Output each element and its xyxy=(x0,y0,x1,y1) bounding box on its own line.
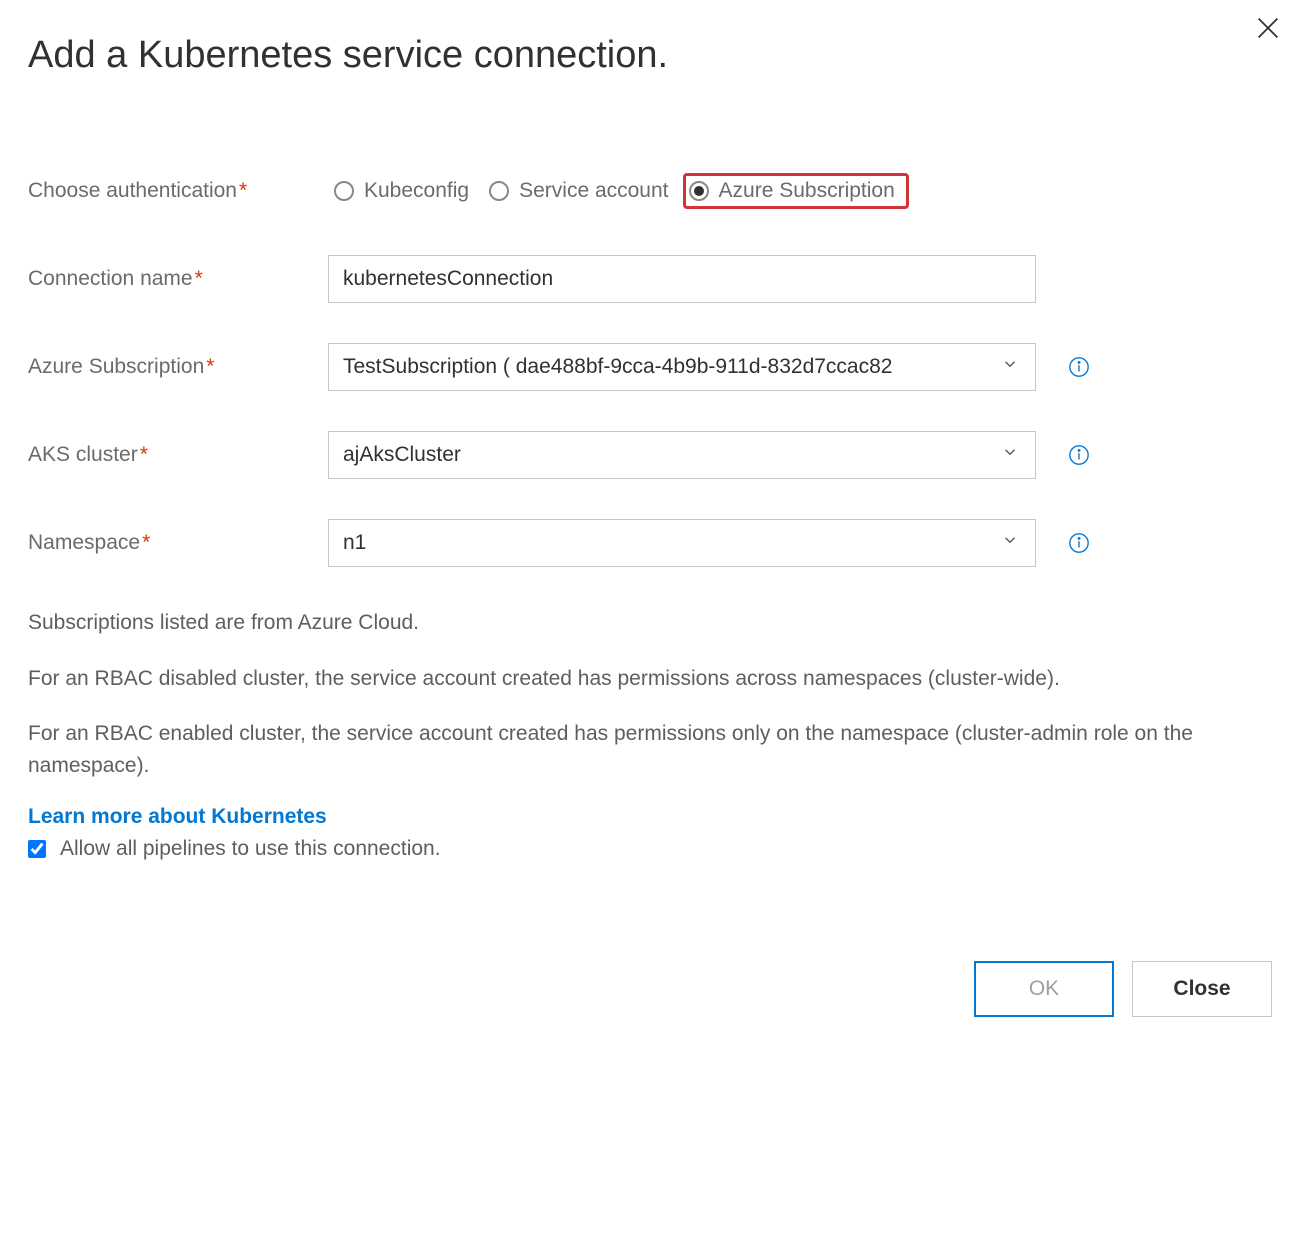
close-button[interactable]: Close xyxy=(1132,961,1272,1017)
help-text-block: Subscriptions listed are from Azure Clou… xyxy=(28,607,1272,781)
namespace-label: Namespace* xyxy=(28,531,328,555)
allow-pipelines-row: Allow all pipelines to use this connecti… xyxy=(28,837,1272,861)
help-text-line: Subscriptions listed are from Azure Clou… xyxy=(28,607,1272,639)
required-indicator: * xyxy=(206,355,214,378)
radio-icon xyxy=(334,181,354,201)
add-kubernetes-dialog: Add a Kubernetes service connection. Cho… xyxy=(0,0,1300,1045)
azure-sub-select[interactable]: TestSubscription ( dae488bf-9cca-4b9b-91… xyxy=(328,343,1036,391)
allow-pipelines-label: Allow all pipelines to use this connecti… xyxy=(60,837,441,861)
dialog-title: Add a Kubernetes service connection. xyxy=(28,34,1272,77)
required-indicator: * xyxy=(239,179,247,202)
ok-button[interactable]: OK xyxy=(974,961,1114,1017)
allow-pipelines-checkbox[interactable] xyxy=(28,840,46,858)
azure-sub-row: Azure Subscription* TestSubscription ( d… xyxy=(28,343,1272,391)
chevron-down-icon xyxy=(1001,531,1019,555)
required-indicator: * xyxy=(195,267,203,290)
aks-cluster-select[interactable]: ajAksCluster xyxy=(328,431,1036,479)
service-connection-form: Choose authentication* Kubeconfig Servic… xyxy=(28,167,1272,567)
help-text-line: For an RBAC disabled cluster, the servic… xyxy=(28,663,1272,695)
radio-icon xyxy=(689,181,709,201)
aks-cluster-label: AKS cluster* xyxy=(28,443,328,467)
chevron-down-icon xyxy=(1001,443,1019,467)
close-icon[interactable] xyxy=(1254,14,1282,42)
chevron-down-icon xyxy=(1001,355,1019,379)
required-indicator: * xyxy=(140,443,148,466)
auth-radio-group: Kubeconfig Service account Azure Subscri… xyxy=(328,173,909,209)
aks-cluster-row: AKS cluster* ajAksCluster xyxy=(28,431,1272,479)
radio-kubeconfig[interactable]: Kubeconfig xyxy=(328,173,483,209)
namespace-row: Namespace* n1 xyxy=(28,519,1272,567)
namespace-select[interactable]: n1 xyxy=(328,519,1036,567)
help-text-line: For an RBAC enabled cluster, the service… xyxy=(28,718,1272,781)
auth-row: Choose authentication* Kubeconfig Servic… xyxy=(28,167,1272,215)
auth-label: Choose authentication* xyxy=(28,179,328,203)
connection-name-row: Connection name* xyxy=(28,255,1272,303)
connection-name-input[interactable] xyxy=(328,255,1036,303)
info-icon[interactable] xyxy=(1068,356,1090,378)
learn-more-link[interactable]: Learn more about Kubernetes xyxy=(28,805,327,829)
azure-sub-label: Azure Subscription* xyxy=(28,355,328,379)
dialog-actions: OK Close xyxy=(28,961,1272,1017)
radio-azure-subscription[interactable]: Azure Subscription xyxy=(683,173,909,209)
radio-icon xyxy=(489,181,509,201)
required-indicator: * xyxy=(142,531,150,554)
radio-service-account[interactable]: Service account xyxy=(483,173,682,209)
info-icon[interactable] xyxy=(1068,444,1090,466)
connection-name-label: Connection name* xyxy=(28,267,328,291)
info-icon[interactable] xyxy=(1068,532,1090,554)
